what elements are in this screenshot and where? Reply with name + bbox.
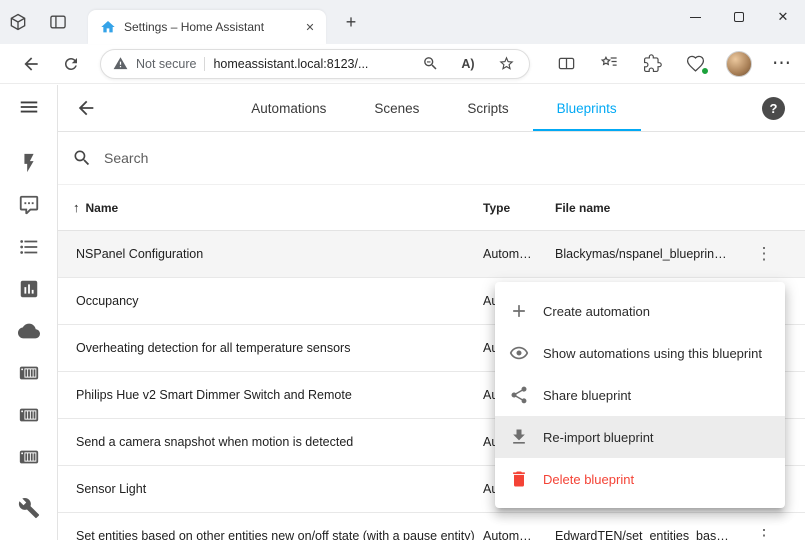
- menu-item-share-blueprint[interactable]: Share blueprint: [495, 374, 785, 416]
- refresh-icon[interactable]: [54, 48, 88, 80]
- sidebar-item-history[interactable]: [9, 268, 49, 310]
- tab-automations[interactable]: Automations: [227, 85, 350, 131]
- sidebar-menu-icon[interactable]: [12, 91, 46, 123]
- share-icon: [509, 385, 529, 405]
- sidebar-item-lists[interactable]: [9, 226, 49, 268]
- essentials-status-dot: [701, 67, 709, 75]
- url-text[interactable]: homeassistant.local:8123/...: [213, 57, 407, 71]
- browser-window: Settings – Home Assistant ✕ + ✕ Not secu…: [0, 0, 805, 540]
- ha-sidebar: [0, 85, 58, 540]
- zoom-out-icon[interactable]: [415, 51, 445, 77]
- sidebar-item-storage-2[interactable]: [9, 394, 49, 436]
- tab-close-icon[interactable]: ✕: [300, 17, 320, 37]
- security-label[interactable]: Not secure: [136, 57, 196, 71]
- browser-essentials-icon[interactable]: [674, 48, 717, 80]
- column-header-type[interactable]: Type: [475, 201, 547, 215]
- home-assistant-favicon: [100, 19, 116, 35]
- favorites-icon[interactable]: [588, 48, 631, 80]
- address-divider: [204, 57, 205, 71]
- table-row[interactable]: NSPanel Configuration Autom… Blackymas/n…: [58, 231, 805, 278]
- sidebar-nav: [9, 142, 49, 529]
- address-bar[interactable]: Not secure homeassistant.local:8123/... …: [100, 49, 530, 79]
- settings-menu-icon[interactable]: ⋯: [760, 48, 803, 80]
- column-header-file-name[interactable]: File name: [547, 201, 737, 215]
- sidebar-item-cloud[interactable]: [9, 310, 49, 352]
- maximize-button[interactable]: [717, 0, 761, 34]
- close-button[interactable]: ✕: [761, 0, 805, 34]
- extensions-icon[interactable]: [631, 48, 674, 80]
- sidebar-item-storage-3[interactable]: [9, 436, 49, 478]
- browser-tab[interactable]: Settings – Home Assistant ✕: [88, 10, 326, 44]
- back-icon[interactable]: [14, 48, 48, 80]
- new-tab-button[interactable]: +: [336, 7, 366, 37]
- plus-icon: [509, 301, 529, 321]
- menu-item-delete-blueprint[interactable]: Delete blueprint: [495, 458, 785, 500]
- profile-avatar[interactable]: [717, 48, 760, 80]
- row-menu-icon[interactable]: ⋮: [749, 239, 779, 269]
- context-menu: Create automation Show automations using…: [495, 282, 785, 508]
- table-row[interactable]: Set entities based on other entities new…: [58, 513, 805, 540]
- row-menu-icon[interactable]: ⋮: [749, 521, 779, 540]
- column-header-name[interactable]: ↑ Name: [58, 200, 475, 215]
- menu-item-create-automation[interactable]: Create automation: [495, 290, 785, 332]
- favorite-star-icon[interactable]: [491, 51, 521, 77]
- not-secure-warning-icon[interactable]: [113, 56, 128, 71]
- browser-toolbar: Not secure homeassistant.local:8123/... …: [0, 44, 805, 84]
- search-icon: [72, 148, 92, 168]
- ha-appbar: Automations Scenes Scripts Blueprints ?: [58, 85, 805, 132]
- vertical-tabs-icon[interactable]: [42, 6, 74, 38]
- sidebar-item-assist[interactable]: [9, 184, 49, 226]
- sort-ascending-icon: ↑: [73, 200, 80, 215]
- ha-header-tabs: Automations Scenes Scripts Blueprints: [106, 85, 762, 131]
- sidebar-item-energy[interactable]: [9, 142, 49, 184]
- download-icon: [509, 427, 529, 447]
- tab-blueprints[interactable]: Blueprints: [533, 85, 641, 131]
- tab-scenes[interactable]: Scenes: [350, 85, 443, 131]
- menu-item-reimport-blueprint[interactable]: Re-import blueprint: [495, 416, 785, 458]
- eye-icon: [509, 343, 529, 363]
- tab-title: Settings – Home Assistant: [124, 20, 292, 34]
- toolbar-right-icons: ⋯: [545, 48, 803, 80]
- search-input[interactable]: [104, 150, 805, 166]
- search-row: [58, 132, 805, 185]
- sidebar-item-storage-1[interactable]: [9, 352, 49, 394]
- delete-icon: [509, 469, 529, 489]
- workspaces-icon[interactable]: [2, 6, 34, 38]
- help-icon[interactable]: ?: [762, 97, 785, 120]
- split-screen-icon[interactable]: [545, 48, 588, 80]
- window-controls: ✕: [673, 0, 805, 34]
- table-header: ↑ Name Type File name: [58, 185, 805, 231]
- tab-scripts[interactable]: Scripts: [443, 85, 532, 131]
- browser-tab-strip: Settings – Home Assistant ✕ + ✕: [0, 0, 805, 44]
- menu-item-show-automations[interactable]: Show automations using this blueprint: [495, 332, 785, 374]
- sidebar-item-developer-tools[interactable]: [9, 487, 49, 529]
- minimize-button[interactable]: [673, 0, 717, 34]
- read-aloud-icon[interactable]: A): [453, 51, 483, 77]
- app-back-icon[interactable]: [66, 88, 106, 128]
